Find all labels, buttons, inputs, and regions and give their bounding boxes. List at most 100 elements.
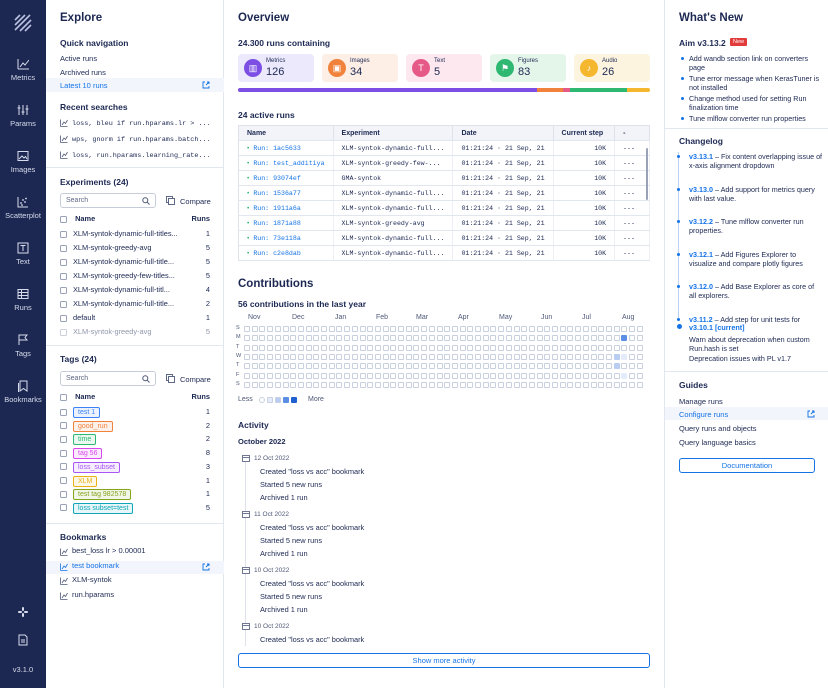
tag-checkbox[interactable] <box>60 463 67 471</box>
contribution-cell[interactable] <box>313 326 320 332</box>
contribution-cell[interactable] <box>605 372 612 379</box>
contribution-cell[interactable] <box>390 326 397 332</box>
contribution-cell[interactable] <box>282 372 289 379</box>
contribution-cell[interactable] <box>251 363 258 370</box>
docs-icon[interactable] <box>0 634 46 648</box>
contribution-cell[interactable] <box>536 372 543 379</box>
contribution-cell[interactable] <box>297 335 304 342</box>
contribution-cell[interactable] <box>475 335 481 342</box>
contribution-cell[interactable] <box>536 353 543 360</box>
contribution-cell[interactable] <box>359 335 366 342</box>
contribution-cell[interactable] <box>451 372 458 379</box>
contribution-cell[interactable] <box>605 344 612 351</box>
contribution-cell[interactable] <box>267 353 274 360</box>
contribution-cell[interactable] <box>336 344 343 351</box>
changelog-version-link[interactable]: v3.13.1 <box>689 152 713 161</box>
tag-row[interactable]: tag 56 8 <box>60 447 210 460</box>
contribution-cell[interactable] <box>390 353 397 360</box>
contribution-cell[interactable] <box>629 372 635 379</box>
contribution-cell[interactable] <box>413 344 420 351</box>
contribution-cell[interactable] <box>282 363 289 370</box>
contribution-cell[interactable] <box>505 353 512 360</box>
contribution-cell[interactable] <box>636 381 643 388</box>
contribution-cell[interactable] <box>490 381 497 388</box>
contribution-cell[interactable] <box>459 326 466 332</box>
contribution-cell[interactable] <box>344 372 351 379</box>
contribution-cell[interactable] <box>413 363 420 370</box>
contribution-cell[interactable] <box>498 335 505 342</box>
experiment-row[interactable]: XLM-syntok-dynamic-full-title... 2 <box>60 298 210 309</box>
contribution-cell[interactable] <box>513 335 520 342</box>
contribution-cell[interactable] <box>552 326 558 332</box>
contribution-cell[interactable] <box>344 335 351 342</box>
contribution-cell[interactable] <box>459 363 466 370</box>
contribution-cell[interactable] <box>521 335 528 342</box>
changelog-version-link[interactable]: v3.12.2 <box>689 217 713 226</box>
contribution-cell[interactable] <box>351 353 358 360</box>
contribution-cell[interactable] <box>575 335 582 342</box>
contribution-cell[interactable] <box>444 353 451 360</box>
contribution-cell[interactable] <box>313 353 320 360</box>
contribution-cell[interactable] <box>629 344 635 351</box>
contribution-cell[interactable] <box>274 372 281 379</box>
contribution-cell[interactable] <box>413 381 420 388</box>
documentation-button[interactable]: Documentation <box>679 458 815 473</box>
contribution-cell[interactable] <box>259 381 266 388</box>
contribution-cell[interactable] <box>528 363 535 370</box>
contribution-cell[interactable] <box>259 372 266 379</box>
contribution-cell[interactable] <box>405 326 412 332</box>
contribution-cell[interactable] <box>582 326 589 332</box>
contribution-cell[interactable] <box>544 344 551 351</box>
contribution-cell[interactable] <box>544 353 551 360</box>
contribution-cell[interactable] <box>259 335 266 342</box>
contribution-cell[interactable] <box>544 381 551 388</box>
contribution-cell[interactable] <box>482 381 489 388</box>
contribution-cell[interactable] <box>436 372 443 379</box>
tag-checkbox[interactable] <box>60 504 67 512</box>
contribution-cell[interactable] <box>359 326 366 332</box>
contribution-cell[interactable] <box>567 326 574 332</box>
contribution-cell[interactable] <box>590 381 597 388</box>
contribution-cell[interactable] <box>398 344 404 351</box>
contribution-cell[interactable] <box>290 353 297 360</box>
contribution-cell[interactable] <box>444 326 451 332</box>
select-all-checkbox[interactable] <box>60 393 67 401</box>
contribution-cell[interactable] <box>390 372 397 379</box>
contribution-cell[interactable] <box>313 363 320 370</box>
slack-icon[interactable] <box>0 606 46 620</box>
contribution-cell[interactable] <box>629 363 635 370</box>
contribution-cell[interactable] <box>305 353 312 360</box>
tag-row[interactable]: loss_subset 3 <box>60 461 210 473</box>
nav-text[interactable]: Text <box>0 242 46 266</box>
contribution-cell[interactable] <box>567 363 574 370</box>
contribution-cell[interactable] <box>421 326 428 332</box>
table-scrollbar[interactable] <box>646 148 648 200</box>
contribution-cell[interactable] <box>513 372 520 379</box>
run-link[interactable]: Run: 73e118a <box>253 235 300 242</box>
contribution-cell[interactable] <box>467 326 474 332</box>
contribution-cell[interactable] <box>321 326 327 332</box>
contribution-cell[interactable] <box>251 344 258 351</box>
contribution-cell[interactable] <box>436 326 443 332</box>
contribution-cell[interactable] <box>521 372 528 379</box>
contribution-cell[interactable] <box>398 363 404 370</box>
contribution-cell[interactable] <box>552 363 558 370</box>
aim-logo-icon[interactable] <box>14 14 32 32</box>
contribution-cell[interactable] <box>421 372 428 379</box>
contribution-cell[interactable] <box>336 335 343 342</box>
contribution-cell[interactable] <box>459 353 466 360</box>
contribution-cell[interactable] <box>498 344 505 351</box>
tag-row[interactable]: test tag 982578 1 <box>60 488 210 501</box>
contribution-cell[interactable] <box>629 353 635 360</box>
contribution-cell[interactable] <box>382 335 389 342</box>
contribution-cell[interactable] <box>559 381 566 388</box>
tag-badge[interactable]: loss_subset <box>73 461 120 473</box>
contribution-cell[interactable] <box>251 326 258 332</box>
guide-configure-row[interactable]: Configure runs <box>665 407 828 420</box>
contribution-cell[interactable] <box>613 381 620 388</box>
contribution-cell[interactable] <box>313 335 320 342</box>
contribution-cell[interactable] <box>613 335 620 342</box>
contribution-cell[interactable] <box>421 344 428 351</box>
contribution-cell[interactable] <box>613 363 620 370</box>
contribution-cell[interactable] <box>467 344 474 351</box>
